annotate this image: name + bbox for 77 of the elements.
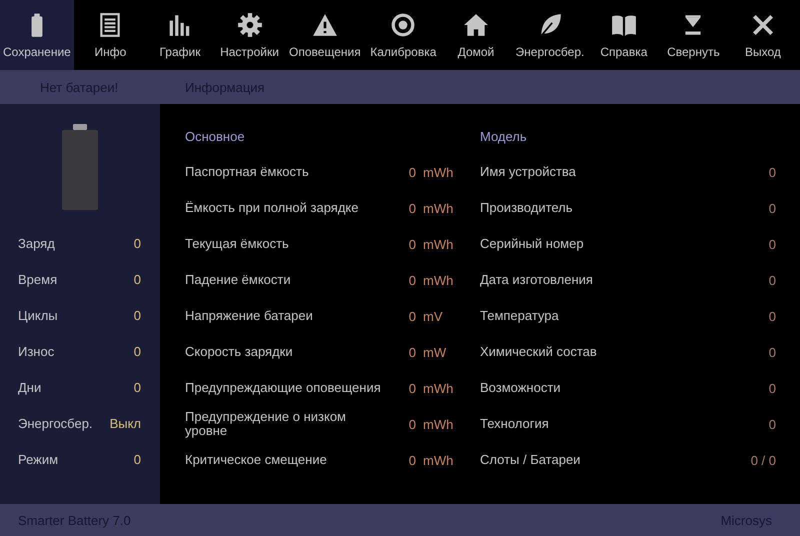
field-value: 0 (408, 380, 416, 396)
field-value: 0 (408, 308, 416, 324)
field-value: 0 (768, 164, 776, 180)
field-label: Имя устройства (480, 165, 577, 179)
field-label: Скорость зарядки (185, 345, 294, 359)
field-value: 0 / 0 (750, 452, 776, 468)
unit-label: mWh (422, 272, 454, 288)
stat-value: 0 (132, 272, 141, 286)
field-value: 0 (408, 164, 416, 180)
field-label: Технология (480, 417, 550, 431)
field-value: 0 (768, 308, 776, 324)
stat-value: 0 (132, 344, 141, 358)
field-value: 0 (768, 380, 776, 396)
field-value: 0 (408, 236, 416, 252)
toolbar-button[interactable]: Инфо (77, 0, 144, 70)
toolbar-button[interactable]: Энергосбер. (512, 0, 588, 70)
toolbar-button[interactable]: Домой (442, 0, 509, 70)
home-icon (462, 12, 489, 38)
field-label: Дата изготовления (480, 273, 594, 287)
field-value: 0 (408, 344, 416, 360)
stat-value: 0 (132, 452, 141, 466)
stat-label: Дни (18, 380, 42, 394)
field-label: Текущая ёмкость (185, 237, 290, 251)
field-label: Напряжение батареи (185, 309, 314, 323)
field-value: 0 (408, 200, 416, 216)
field-value: 0 (408, 272, 416, 288)
toolbar-button[interactable]: Калибровка (367, 0, 440, 70)
stat-label: Энергосбер. (18, 416, 94, 430)
unit-label: mWh (422, 380, 454, 396)
stat-label: Циклы (18, 308, 59, 322)
field-label: Предупреждающие оповещения (185, 381, 382, 395)
stat-label: Заряд (18, 236, 56, 250)
field-label: Падение ёмкости (185, 273, 292, 287)
field-value: 0 (768, 344, 776, 360)
unit-label: mWh (422, 236, 454, 252)
field-label: Химический состав (480, 345, 598, 359)
field-value: 0 (408, 416, 416, 432)
toolbar-button[interactable]: График (146, 0, 213, 70)
stat-label: Режим (18, 452, 60, 466)
field-label: Производитель (480, 201, 574, 215)
stat-value: 0 (132, 380, 141, 394)
stat-value: Выкл (110, 416, 141, 430)
battery-icon (60, 124, 98, 210)
settings-icon (236, 12, 262, 38)
field-label: Серийный номер (480, 237, 585, 251)
field-label: Возможности (480, 381, 562, 395)
field-value: 0 (408, 452, 416, 468)
unit-label: mV (422, 308, 444, 324)
unit-label: mWh (422, 416, 454, 432)
field-value: 0 (768, 236, 776, 252)
target-icon (390, 12, 416, 38)
unit-label: mW (422, 344, 448, 360)
section-heading: Модель (480, 128, 528, 144)
field-label: Предупреждение о низком уровне (185, 410, 347, 438)
unit-label: mWh (422, 164, 454, 180)
toolbar-button[interactable]: Сохранение (0, 0, 74, 70)
field-label: Критическое смещение (185, 453, 328, 467)
field-value: 0 (768, 416, 776, 432)
field-label: Слоты / Батареи (480, 453, 582, 467)
toolbar-button[interactable]: Свернуть (660, 0, 726, 70)
toolbar-button[interactable]: Выход (730, 0, 796, 70)
toolbar-button[interactable]: Настройки (216, 0, 282, 70)
field-label: Температура (480, 309, 560, 323)
toolbar-button[interactable]: Оповещения (286, 0, 364, 70)
stat-label: Время (18, 272, 58, 286)
section-heading: Основное (185, 128, 246, 144)
field-value: 0 (768, 272, 776, 288)
field-value: 0 (768, 200, 776, 216)
toolbar-button[interactable]: Справка (590, 0, 657, 70)
stat-value: 0 (132, 236, 141, 250)
unit-label: mWh (422, 200, 454, 216)
warning-icon (312, 12, 338, 38)
field-label: Ёмкость при полной зарядке (185, 201, 360, 215)
stat-value: 0 (132, 308, 141, 322)
stat-label: Износ (18, 344, 56, 358)
field-label: Паспортная ёмкость (185, 165, 310, 179)
unit-label: mWh (422, 452, 454, 468)
